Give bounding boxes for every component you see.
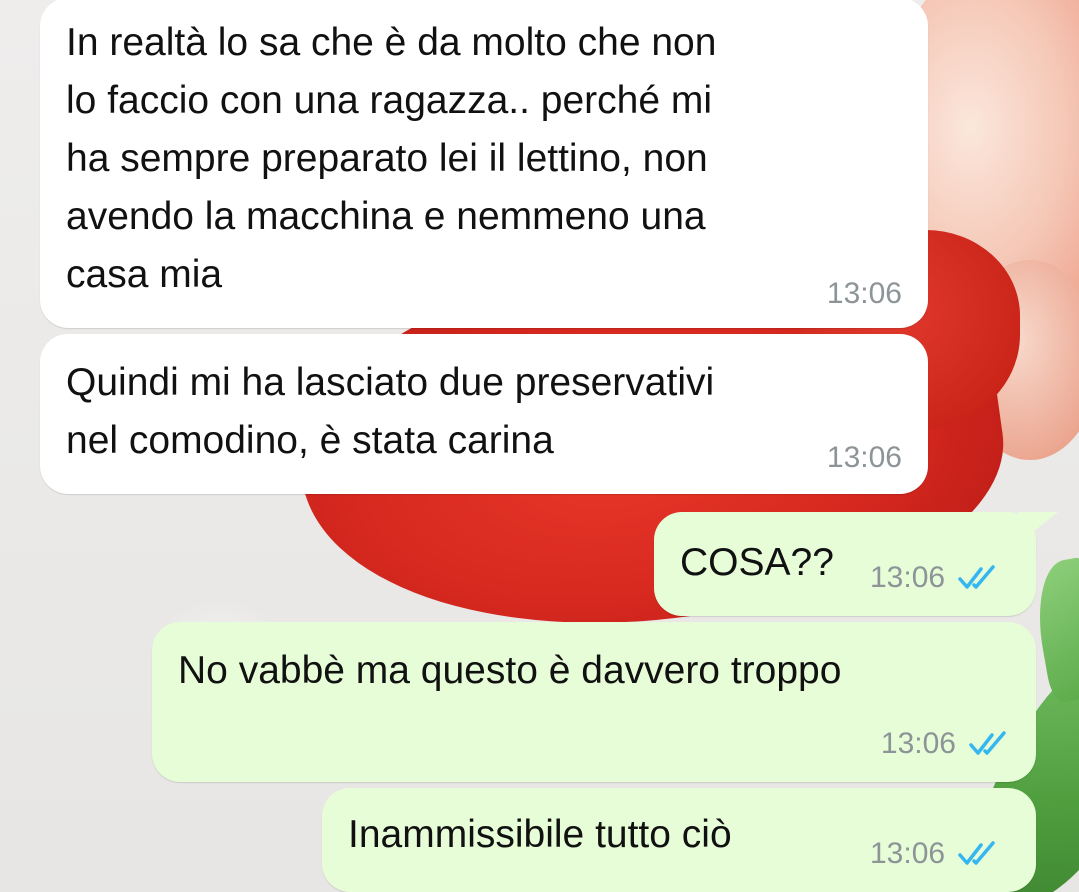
message-timestamp: 13:06 xyxy=(870,837,946,870)
message-timestamp: 13:06 xyxy=(880,727,956,760)
message-bubble-outgoing[interactable]: COSA?? 13:06 xyxy=(654,512,1036,616)
message-timestamp: 13:06 xyxy=(826,441,902,474)
message-text: COSA?? xyxy=(680,541,834,584)
message-timestamp: 13:06 xyxy=(870,561,946,594)
message-bubble-incoming[interactable]: In realtà lo sa che è da molto che non l… xyxy=(40,0,928,328)
message-meta: 13:06 xyxy=(881,726,1012,762)
message-timestamp: 13:06 xyxy=(826,277,902,310)
message-text: Inammissibile tutto ciò xyxy=(348,813,732,856)
double-check-icon xyxy=(969,731,1006,755)
message-text: Quindi mi ha lasciato due preservativi n… xyxy=(66,361,715,462)
message-meta: 13:06 xyxy=(870,560,1001,596)
double-check-icon xyxy=(958,565,995,589)
message-text: No vabbè ma questo è davvero troppo xyxy=(178,649,842,692)
double-check-icon xyxy=(958,841,995,865)
message-meta: 13:06 xyxy=(870,836,1001,872)
message-meta: 13:06 xyxy=(827,276,902,312)
message-bubble-incoming[interactable]: Quindi mi ha lasciato due preservativi n… xyxy=(40,334,928,494)
message-text: In realtà lo sa che è da molto che non l… xyxy=(66,21,717,296)
message-bubble-outgoing[interactable]: No vabbè ma questo è davvero troppo 13:0… xyxy=(152,622,1036,782)
message-meta: 13:06 xyxy=(827,440,902,476)
message-bubble-outgoing[interactable]: Inammissibile tutto ciò 13:06 xyxy=(322,788,1036,892)
